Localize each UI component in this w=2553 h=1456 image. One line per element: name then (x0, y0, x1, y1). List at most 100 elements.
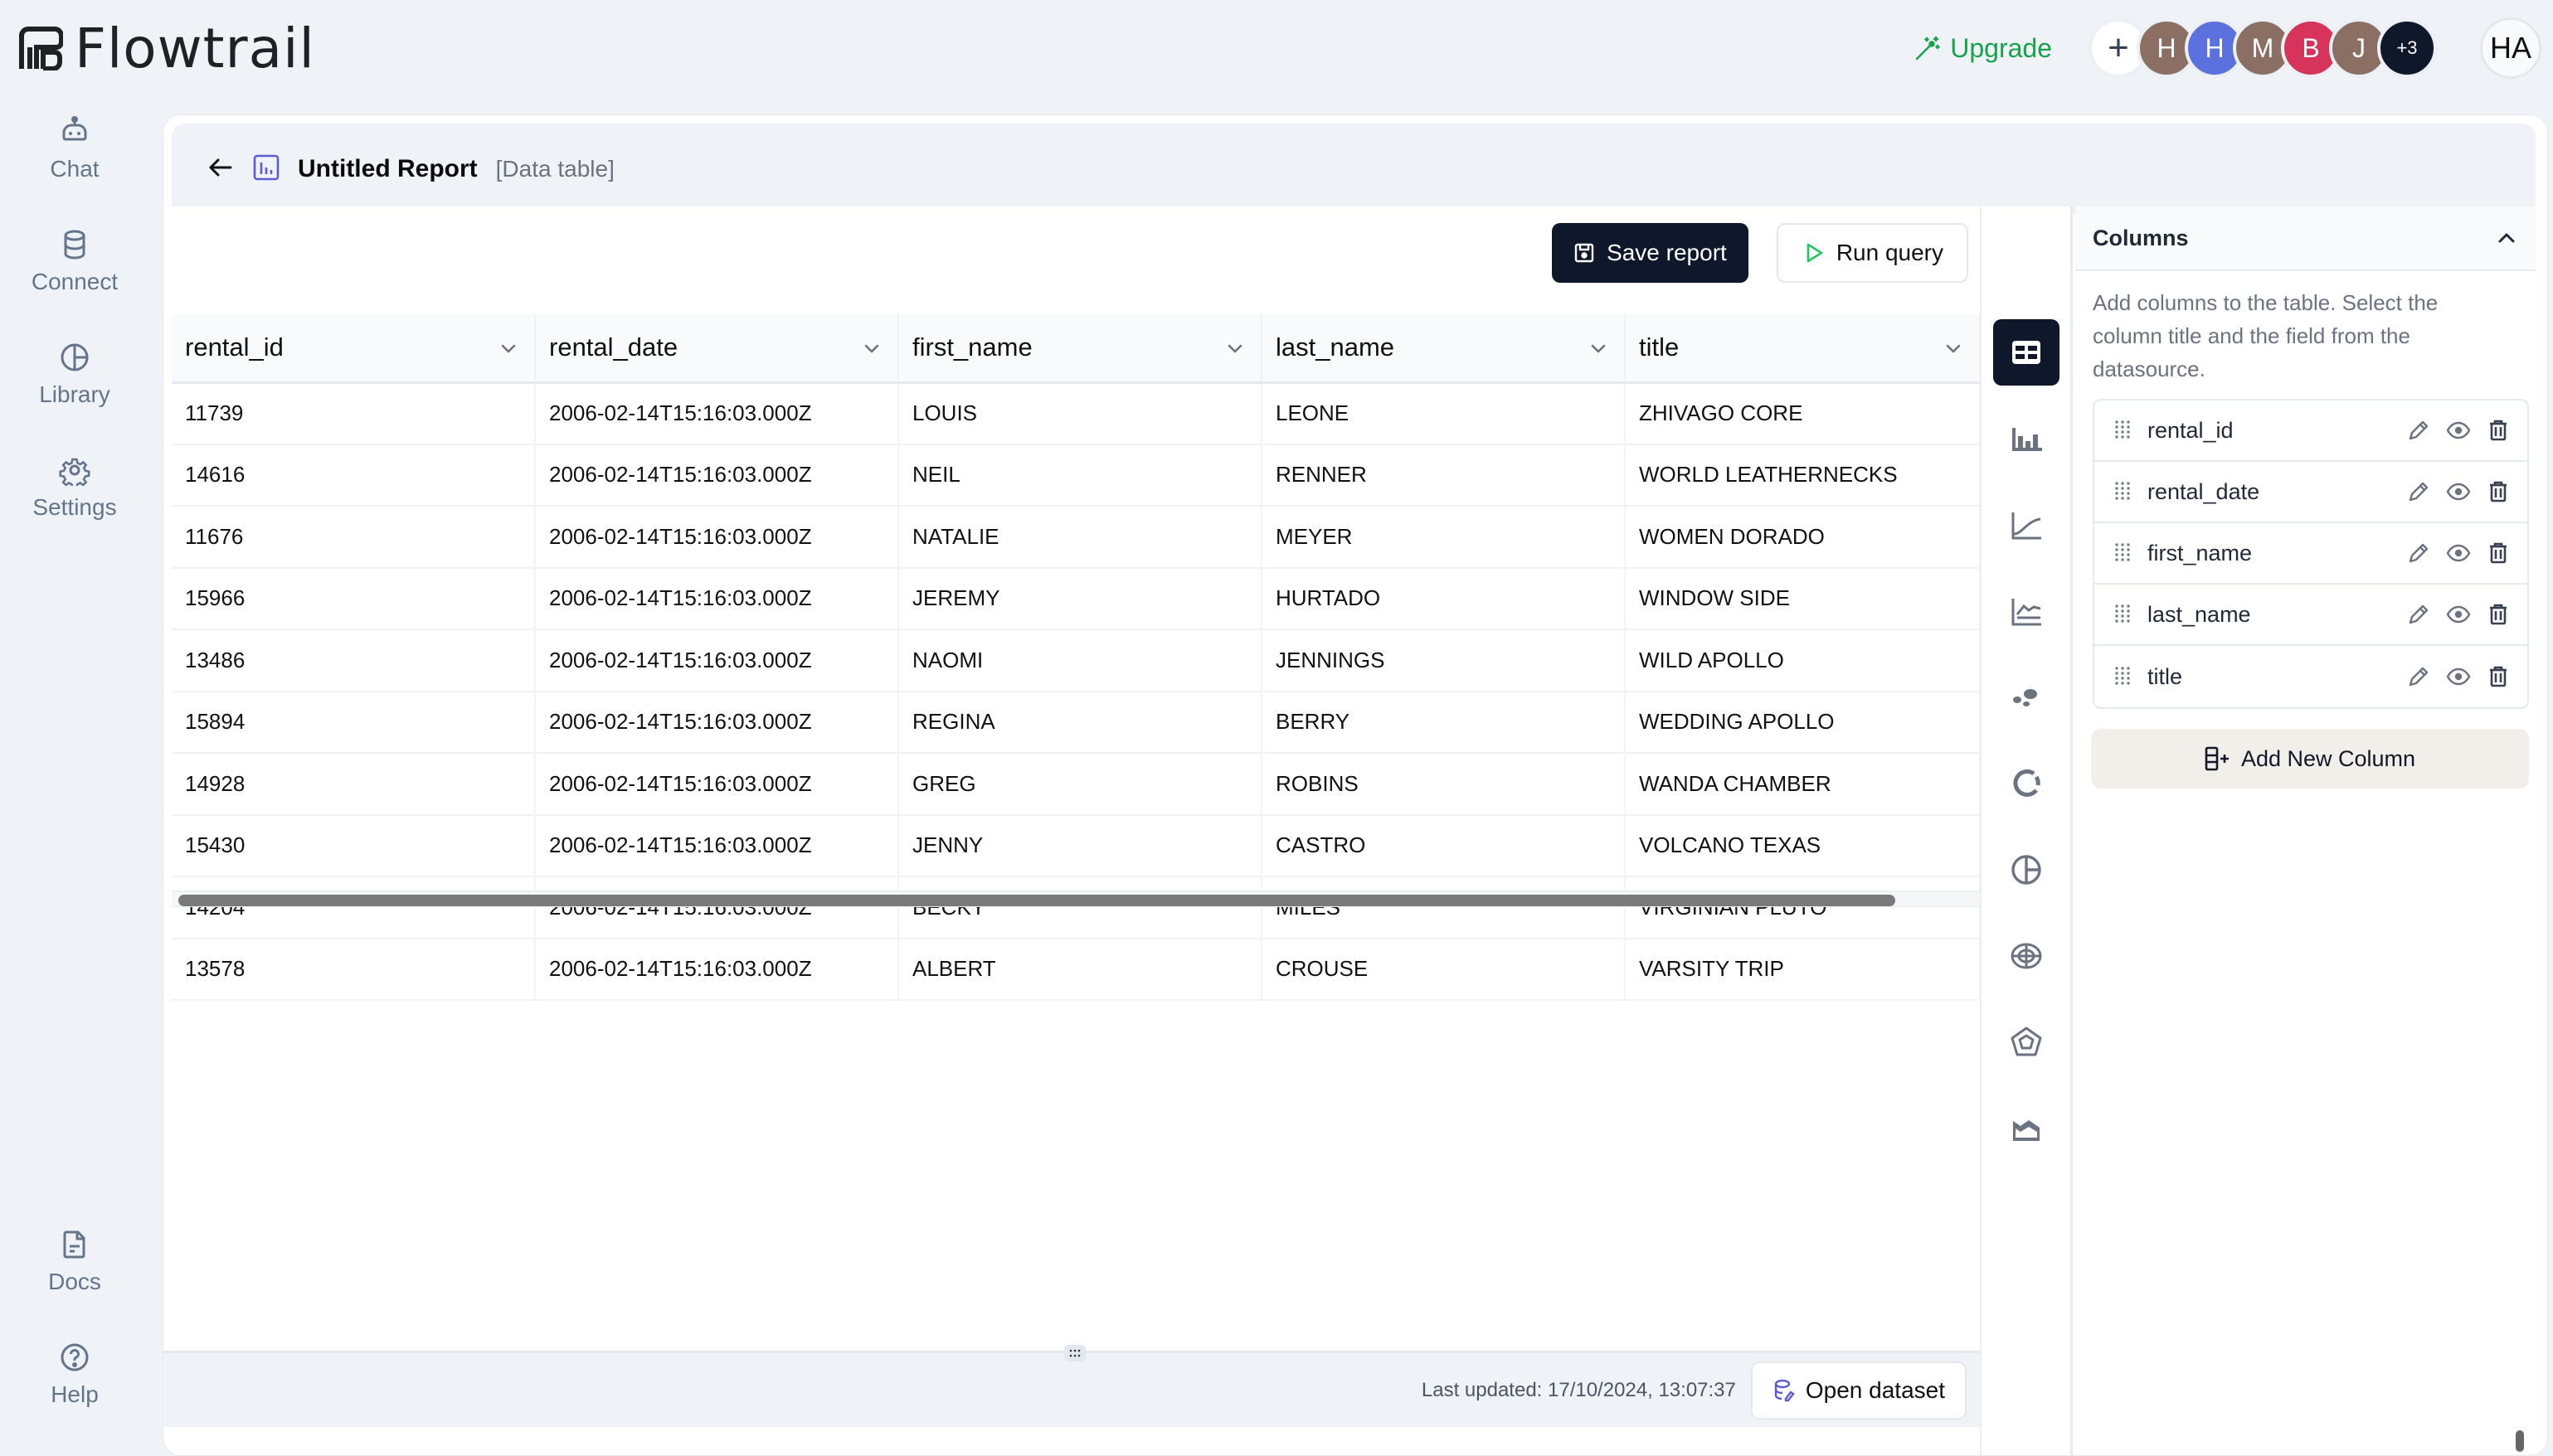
table-row[interactable]: 15430 2006-02-14T15:16:03.000Z JENNY CASTRO… (172, 814, 1981, 877)
drag-handle-icon[interactable] (2114, 420, 2131, 441)
add-column-icon (2205, 746, 2229, 771)
add-new-column-label: Add New Column (2240, 745, 2416, 771)
column-field-row: rental_id (2094, 400, 2527, 462)
save-report-button[interactable]: Save report (1552, 223, 1748, 283)
eye-icon[interactable] (2446, 664, 2471, 689)
eye-icon[interactable] (2446, 479, 2471, 504)
sidebar-item-library[interactable]: Library (0, 342, 149, 408)
trash-icon[interactable] (2486, 602, 2511, 627)
sidebar-item-label: Chat (50, 156, 100, 182)
play-icon (1807, 243, 1823, 263)
chart-type-doughnut[interactable] (1993, 750, 2059, 817)
column-header-title[interactable]: title (1625, 314, 1981, 384)
robot-icon (62, 116, 87, 141)
table-cell-rental-id: 15894 (172, 691, 536, 754)
chevron-down-icon[interactable] (1588, 337, 1609, 359)
sidebar-item-chat[interactable]: Chat (0, 116, 149, 182)
chart-type-scatter[interactable] (1993, 664, 2059, 730)
table-cell-title: WILD APOLLO (1625, 629, 1981, 692)
chart-type-table[interactable] (1993, 319, 2059, 386)
chart-type-polar[interactable] (1993, 923, 2059, 989)
eye-icon[interactable] (2446, 602, 2471, 627)
radar-chart-icon (2011, 1026, 2042, 1056)
column-field-name: rental_date (2147, 478, 2260, 504)
table-row[interactable]: 15966 2006-02-14T15:16:03.000Z JEREMY HURTA… (172, 567, 1981, 630)
trash-icon[interactable] (2486, 479, 2511, 504)
save-report-label: Save report (1607, 240, 1727, 265)
table-cell-rental-date: 2006-02-14T15:16:03.000Z (535, 691, 899, 754)
chevron-down-icon[interactable] (861, 337, 883, 359)
user-avatar[interactable]: HA (2480, 17, 2541, 79)
magic-wand-icon (1916, 36, 1940, 61)
back-button[interactable] (207, 153, 235, 186)
chevron-down-icon[interactable] (498, 337, 519, 359)
trash-icon[interactable] (2486, 541, 2511, 565)
multi-line-chart-icon (2011, 599, 2041, 626)
run-query-button[interactable]: Run query (1776, 223, 1968, 283)
chart-type-multi-line[interactable] (1993, 578, 2059, 644)
columns-panel-description: Add columns to the table. Select the col… (2093, 290, 2439, 381)
report-card: Untitled Report [Data table] Save report… (163, 114, 2548, 1456)
sidebar-item-help[interactable]: Help (0, 1342, 149, 1408)
chevron-down-icon[interactable] (1224, 337, 1246, 359)
drag-handle-icon[interactable] (2114, 666, 2131, 687)
chart-type-line[interactable] (1993, 492, 2059, 558)
report-title[interactable]: Untitled Report (298, 155, 478, 183)
drag-handle-icon[interactable] (2114, 542, 2131, 564)
table-row[interactable]: 11676 2006-02-14T15:16:03.000Z NATALIE MEYE… (172, 506, 1981, 569)
drag-handle-icon[interactable] (2114, 481, 2131, 502)
chevron-down-icon[interactable] (1943, 337, 1964, 359)
chart-type-bar[interactable] (1993, 405, 2059, 472)
table-row[interactable]: 14928 2006-02-14T15:16:03.000Z GREG ROBINS W… (172, 753, 1981, 816)
table-row[interactable]: 13578 2006-02-14T15:16:03.000Z ALBERT CROUS… (172, 938, 1981, 1001)
column-header-label: rental_id (185, 332, 284, 362)
drag-handle-icon[interactable] (2114, 604, 2131, 625)
pencil-icon[interactable] (2406, 479, 2431, 504)
vertical-scrollbar-thumb[interactable] (2516, 1430, 2524, 1452)
upgrade-button[interactable]: Upgrade (1914, 33, 2052, 64)
column-field-name: title (2147, 663, 2183, 689)
sidebar-item-docs[interactable]: Docs (0, 1229, 149, 1295)
resize-handle[interactable] (1064, 1345, 1086, 1361)
table-row[interactable]: 14616 2006-02-14T15:16:03.000Z NEIL RENNER W… (172, 444, 1981, 507)
pencil-icon[interactable] (2406, 602, 2431, 627)
eye-icon[interactable] (2446, 418, 2471, 443)
table-cell-first-name: NAOMI (898, 629, 1262, 692)
table-cell-rental-date: 2006-02-14T15:16:03.000Z (535, 814, 899, 877)
eye-icon[interactable] (2446, 541, 2471, 565)
sidebar-item-settings[interactable]: Settings (0, 454, 149, 521)
pencil-icon[interactable] (2406, 418, 2431, 443)
table-row[interactable]: 142042006-02-14T15:16:03.000ZBECKYMILESV… (172, 876, 1981, 939)
horizontal-scrollbar-thumb[interactable] (178, 895, 1895, 906)
more-collaborators-badge[interactable]: +3 (2377, 18, 2437, 78)
chart-type-pie[interactable] (1993, 837, 2059, 903)
table-row[interactable]: 13486 2006-02-14T15:16:03.000Z NAOMI JENNIN… (172, 629, 1981, 692)
report-toolbar: Save report Run query (1552, 223, 1968, 283)
chart-type-area[interactable] (1993, 1095, 2059, 1162)
column-header-rental-date[interactable]: rental_date (535, 314, 899, 384)
pencil-icon[interactable] (2406, 541, 2431, 565)
app-logo[interactable]: Flowtrail (18, 16, 315, 80)
app-name: Flowtrail (75, 16, 315, 80)
horizontal-scrollbar[interactable] (172, 891, 1980, 907)
trash-icon[interactable] (2486, 418, 2511, 443)
table-cell-last-name: HURTADO (1262, 567, 1626, 630)
table-row[interactable]: 11739 2006-02-14T15:16:03.000Z LOUIS LEONE Z… (172, 382, 1981, 445)
trash-icon[interactable] (2486, 664, 2511, 689)
table-cell-rental-date: 2006-02-14T15:16:03.000Z (535, 938, 899, 1001)
chevron-up-icon[interactable] (2496, 227, 2517, 249)
table-cell-first-name: NATALIE (898, 506, 1262, 569)
table-cell-rental-date: 2006-02-14T15:16:03.000Z (535, 444, 899, 507)
sidebar-item-connect[interactable]: Connect (0, 229, 149, 295)
pencil-icon[interactable] (2406, 664, 2431, 689)
table-cell-rental-date: 2006-02-14T15:16:03.000Z (535, 567, 899, 630)
chart-type-radar[interactable] (1993, 1009, 2059, 1075)
columns-panel-header[interactable]: Columns (2076, 206, 2536, 271)
table-row[interactable]: 15894 2006-02-14T15:16:03.000Z REGINA BERRY… (172, 691, 1981, 754)
column-header-first-name[interactable]: first_name (898, 314, 1262, 384)
add-new-column-button[interactable]: Add New Column (2091, 729, 2529, 789)
column-header-rental-id[interactable]: rental_id (172, 314, 536, 384)
column-header-last-name[interactable]: last_name (1262, 314, 1626, 384)
table-cell-last-name: LEONE (1262, 382, 1626, 445)
open-dataset-button[interactable]: Open dataset (1750, 1361, 1967, 1420)
